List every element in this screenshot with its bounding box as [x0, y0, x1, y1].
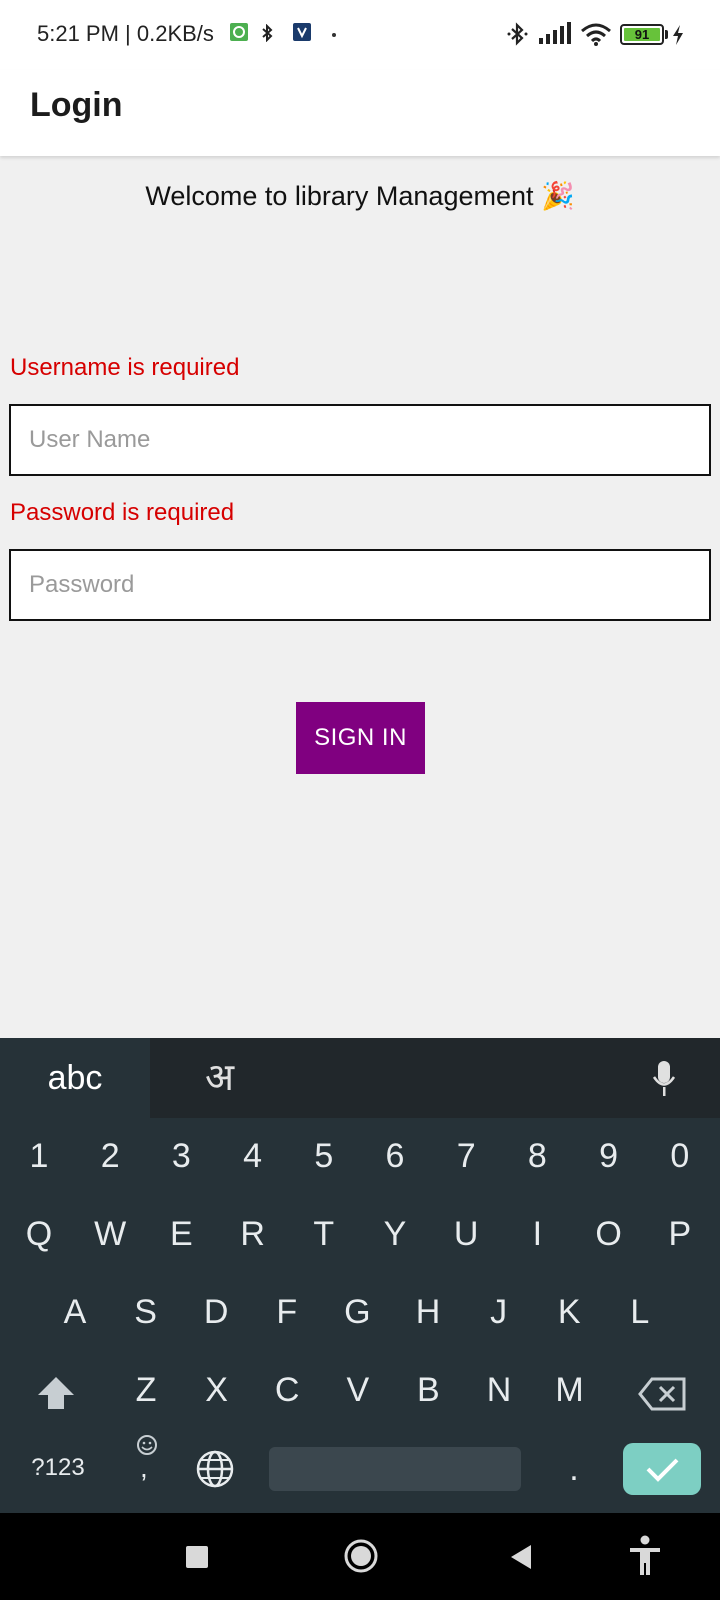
key-c[interactable]: C: [255, 1355, 319, 1425]
key-t[interactable]: T: [292, 1199, 356, 1269]
charging-icon: [673, 25, 683, 45]
app-notification-icon-2: [293, 23, 311, 41]
status-bar: 5:21 PM | 0.2KB/s 91: [0, 0, 720, 70]
keyboard-row-numbers: 1234567890: [0, 1121, 720, 1191]
key-u[interactable]: U: [434, 1199, 498, 1269]
username-field[interactable]: [9, 404, 711, 476]
bluetooth-icon: [507, 22, 528, 46]
key-7[interactable]: 7: [434, 1121, 498, 1191]
key-y[interactable]: Y: [363, 1199, 427, 1269]
soft-keyboard: abc अ: [0, 1038, 720, 1513]
battery-icon: 91: [620, 24, 664, 45]
key-q[interactable]: Q: [7, 1199, 71, 1269]
navigation-bar: [0, 1513, 720, 1600]
signal-icon: [539, 22, 571, 44]
key-f[interactable]: F: [255, 1277, 319, 1347]
keyboard-row-asdf: ASDFGHJKL: [0, 1277, 720, 1347]
back-icon[interactable]: [509, 1544, 533, 1570]
key-a[interactable]: A: [43, 1277, 107, 1347]
microphone-icon[interactable]: [652, 1060, 676, 1098]
enter-key[interactable]: [623, 1443, 701, 1495]
key-b[interactable]: B: [396, 1355, 460, 1425]
key-h[interactable]: H: [396, 1277, 460, 1347]
password-field[interactable]: [9, 549, 711, 621]
keyboard-row-zxcv: ZXCVBNM: [0, 1355, 720, 1425]
sign-in-button[interactable]: SIGN IN: [296, 702, 425, 774]
key-9[interactable]: 9: [577, 1121, 641, 1191]
key-n[interactable]: N: [467, 1355, 531, 1425]
key-0[interactable]: 0: [648, 1121, 712, 1191]
key-6[interactable]: 6: [363, 1121, 427, 1191]
app-notification-icon: [230, 23, 248, 41]
more-notifications-icon: [332, 33, 336, 37]
key-2[interactable]: 2: [78, 1121, 142, 1191]
key-g[interactable]: G: [325, 1277, 389, 1347]
key-x[interactable]: X: [185, 1355, 249, 1425]
backspace-icon[interactable]: [638, 1377, 686, 1411]
password-input[interactable]: [11, 551, 709, 619]
bluetooth-notification-icon: [262, 24, 273, 42]
key-m[interactable]: M: [538, 1355, 602, 1425]
home-icon[interactable]: [343, 1538, 379, 1574]
key-l[interactable]: L: [608, 1277, 672, 1347]
accessibility-icon[interactable]: [628, 1535, 662, 1577]
keyboard-tab-hindi[interactable]: अ: [205, 1038, 234, 1118]
symbols-key[interactable]: ?123: [26, 1433, 90, 1503]
username-error: Username is required: [10, 354, 240, 381]
key-v[interactable]: V: [326, 1355, 390, 1425]
emoji-comma-key[interactable]: ,: [132, 1434, 162, 1494]
key-o[interactable]: O: [577, 1199, 641, 1269]
page-title: Login: [30, 86, 123, 124]
wifi-icon: [581, 23, 611, 46]
comma-label: ,: [140, 1452, 148, 1483]
key-e[interactable]: E: [149, 1199, 213, 1269]
key-4[interactable]: 4: [221, 1121, 285, 1191]
username-input[interactable]: [11, 406, 709, 474]
keyboard-tab-abc[interactable]: abc: [0, 1038, 150, 1118]
status-time: 5:21 PM | 0.2KB/s: [37, 21, 214, 46]
key-w[interactable]: W: [78, 1199, 142, 1269]
globe-icon[interactable]: [195, 1449, 235, 1489]
period-key[interactable]: .: [542, 1434, 606, 1504]
key-k[interactable]: K: [537, 1277, 601, 1347]
key-3[interactable]: 3: [149, 1121, 213, 1191]
key-j[interactable]: J: [467, 1277, 531, 1347]
battery-level: 91: [634, 27, 650, 42]
keyboard-row-qwerty: QWERTYUIOP: [0, 1199, 720, 1269]
key-d[interactable]: D: [184, 1277, 248, 1347]
key-1[interactable]: 1: [7, 1121, 71, 1191]
checkmark-icon: [646, 1458, 679, 1482]
key-p[interactable]: P: [648, 1199, 712, 1269]
key-5[interactable]: 5: [292, 1121, 356, 1191]
key-8[interactable]: 8: [505, 1121, 569, 1191]
space-bar[interactable]: [269, 1447, 521, 1491]
welcome-message: Welcome to library Management 🎉: [145, 181, 575, 211]
key-r[interactable]: R: [221, 1199, 285, 1269]
key-s[interactable]: S: [114, 1277, 178, 1347]
recents-icon[interactable]: [186, 1546, 208, 1568]
key-i[interactable]: I: [505, 1199, 569, 1269]
app-bar: Login: [0, 70, 720, 156]
battery-tip: [665, 30, 668, 39]
password-error: Password is required: [10, 499, 235, 526]
key-z[interactable]: Z: [114, 1355, 178, 1425]
shift-icon[interactable]: [36, 1375, 76, 1411]
keyboard-language-bar: abc अ: [0, 1038, 720, 1118]
